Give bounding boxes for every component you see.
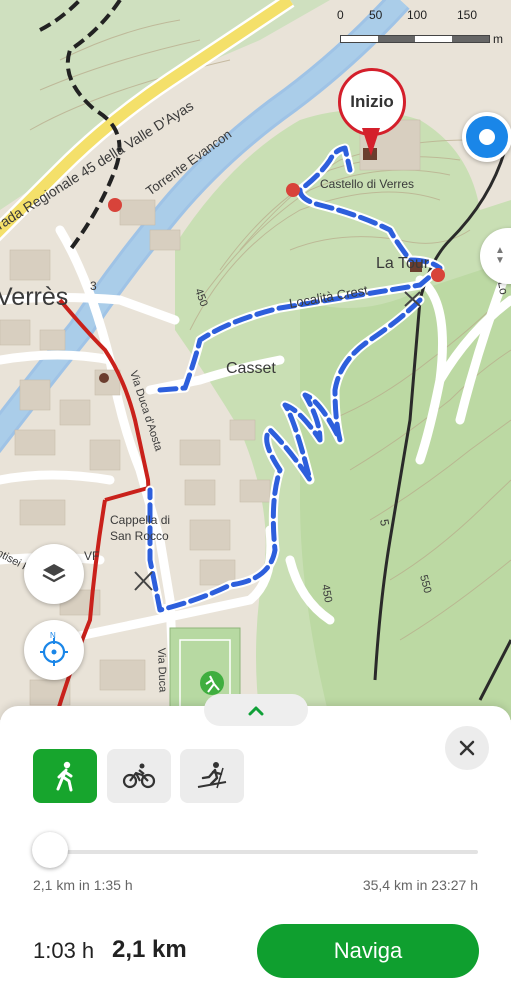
walking-icon — [56, 761, 73, 792]
scale-bar-graphic — [340, 35, 490, 43]
up-down-arrows-icon: ▲ ▼ — [495, 245, 505, 266]
start-marker-label: Inizio — [338, 68, 406, 136]
road-number-3: 3 — [90, 279, 97, 293]
chapel-label-2: San Rocco — [110, 529, 169, 543]
town-label: Verrès — [0, 283, 68, 311]
scale-tick-0: 0 — [337, 8, 344, 22]
compass-button[interactable]: N — [24, 620, 84, 680]
ski-mode-button[interactable] — [180, 749, 244, 803]
chapel-label-1: Cappella di — [110, 513, 170, 527]
la-tour-label: La Tour — [376, 255, 430, 272]
vf-label: VF — [84, 549, 99, 563]
scale-bar: 0 50 100 150 m — [337, 8, 503, 46]
ski-touring-icon — [197, 762, 227, 789]
scale-tick-2: 100 — [407, 8, 428, 22]
castle-label: Castello di Verres — [320, 177, 414, 191]
current-location-icon[interactable] — [462, 112, 511, 162]
start-marker[interactable]: Inizio — [338, 68, 406, 158]
bike-mode-button[interactable] — [107, 749, 171, 803]
navigate-button[interactable]: Naviga — [257, 924, 479, 978]
street-label-2: Via Duca — [155, 648, 169, 694]
distance-slider-thumb[interactable] — [32, 832, 68, 868]
range-min-label: 2,1 km in 1:35 h — [33, 877, 133, 893]
hiker-poi-icon — [200, 671, 224, 695]
close-icon — [459, 740, 475, 756]
casset-label: Casset — [226, 360, 276, 377]
map-canvas[interactable]: Verrès rada Regionale 45 della Valle D'A… — [0, 0, 511, 720]
route-distance: 2,1 km — [112, 936, 187, 963]
distance-slider-track[interactable] — [50, 850, 478, 854]
layers-icon — [42, 564, 66, 583]
close-button[interactable] — [445, 726, 489, 770]
scale-tick-3: 150 — [457, 8, 478, 22]
compass-icon: N — [40, 631, 68, 666]
layers-button[interactable] — [24, 544, 84, 604]
map-view[interactable]: Verrès rada Regionale 45 della Valle D'A… — [0, 0, 511, 720]
walk-mode-button[interactable] — [33, 749, 97, 803]
start-marker-pin — [362, 128, 380, 156]
route-duration: 1:03 h — [33, 938, 95, 963]
scale-tick-1: 50 — [369, 8, 383, 22]
expand-sheet-handle[interactable] — [204, 694, 308, 726]
bicycle-icon — [122, 763, 156, 789]
chevron-up-icon — [248, 706, 264, 716]
scale-unit: m — [493, 32, 503, 46]
svg-text:N: N — [50, 631, 56, 640]
range-max-label: 35,4 km in 23:27 h — [362, 877, 478, 893]
